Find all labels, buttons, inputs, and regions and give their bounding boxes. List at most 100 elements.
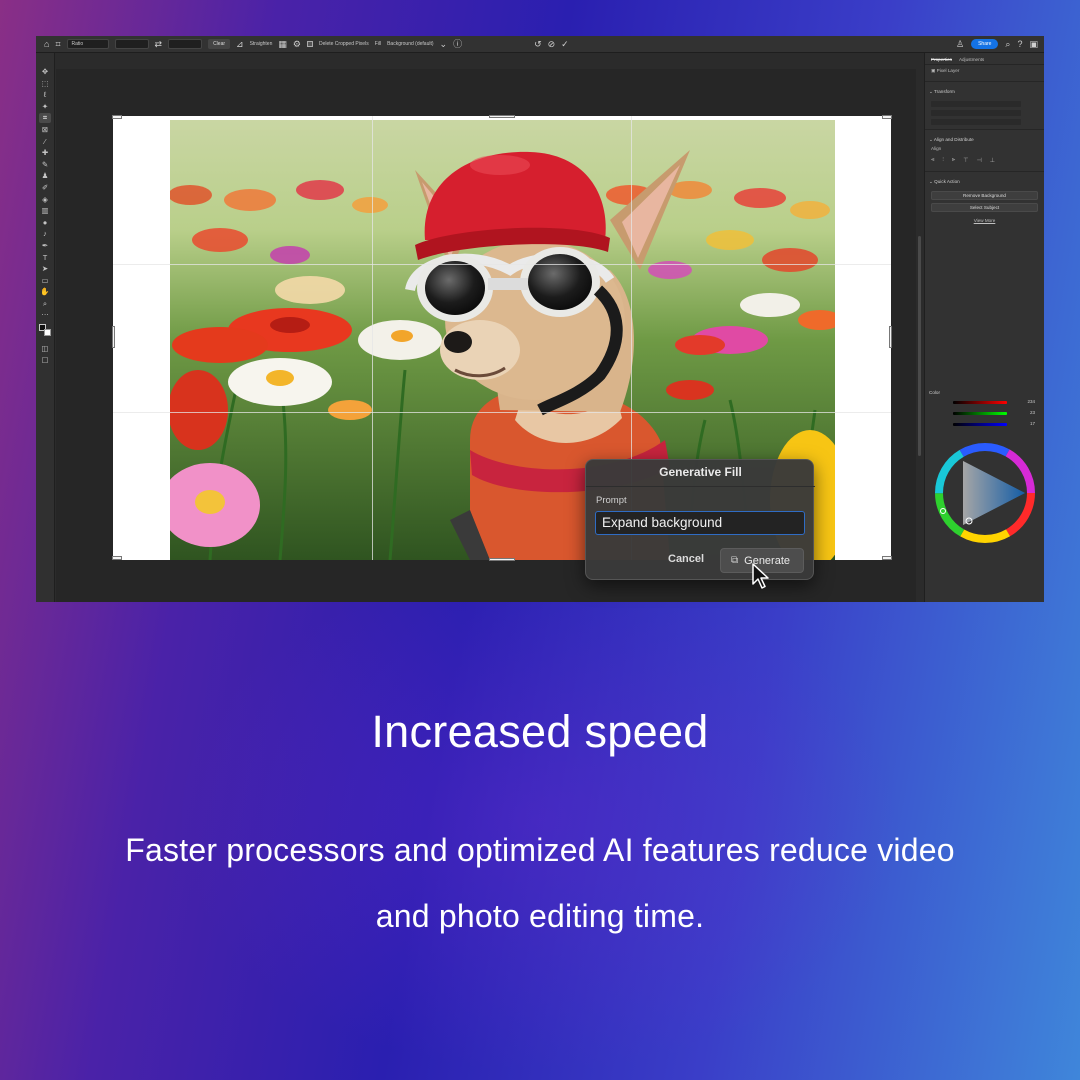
fill-select[interactable]: Background (default) bbox=[387, 41, 433, 47]
path-select-tool-icon[interactable]: ➤ bbox=[39, 264, 51, 274]
transform-angle-field[interactable] bbox=[931, 119, 1021, 125]
color-slider-b[interactable]: 17 bbox=[931, 421, 1039, 430]
eraser-tool-icon[interactable]: ◈ bbox=[39, 195, 51, 205]
prompt-input[interactable]: Expand background bbox=[595, 511, 805, 535]
select-subject-button[interactable]: Select Subject bbox=[931, 203, 1038, 212]
crop-handle-bottom[interactable] bbox=[489, 558, 515, 561]
view-more-link[interactable]: View More bbox=[925, 215, 1044, 226]
dodge-tool-icon[interactable]: ♪ bbox=[39, 229, 51, 239]
color-value-b: 17 bbox=[1029, 421, 1035, 426]
generative-fill-dialog: Generative Fill Prompt Expand background… bbox=[585, 459, 815, 580]
marquee-tool-icon[interactable]: ⬚ bbox=[39, 79, 51, 89]
delete-cropped-label: Delete Cropped Pixels bbox=[318, 41, 369, 47]
blur-tool-icon[interactable]: ● bbox=[39, 218, 51, 228]
panel-divider bbox=[925, 129, 1044, 130]
pen-tool-icon[interactable]: ✒ bbox=[39, 241, 51, 251]
color-swatches[interactable] bbox=[39, 324, 51, 337]
shape-tool-icon[interactable]: ▭ bbox=[39, 276, 51, 286]
delete-cropped-checkbox[interactable] bbox=[306, 41, 313, 47]
screen-mode-icon[interactable]: ▢ bbox=[39, 355, 51, 365]
tools-bar: ✥ ⬚ ℓ ✦ ⌗ ⊠ ⁄ ✚ ✎ ♟ ✐ ◈ ▥ ● ♪ ✒ T ➤ ▭ ✋ … bbox=[36, 53, 55, 602]
dialog-separator bbox=[586, 486, 815, 487]
align-bottom-icon[interactable]: ⊥ bbox=[990, 157, 995, 164]
checkmark-icon[interactable]: ✓ bbox=[561, 39, 569, 49]
undo-icon[interactable]: ↺ bbox=[534, 39, 542, 49]
gradient-tool-icon[interactable]: ▥ bbox=[39, 206, 51, 216]
color-slider-r[interactable]: 234 bbox=[931, 399, 1039, 408]
search-icon[interactable]: ⌕ bbox=[1005, 39, 1010, 49]
share-button[interactable]: Share bbox=[971, 39, 999, 49]
move-tool-icon[interactable]: ✥ bbox=[39, 67, 51, 77]
align-middle-icon[interactable]: ⊣ bbox=[977, 157, 982, 164]
align-distribute-section[interactable]: ⌄ Align and Distribute bbox=[925, 134, 1044, 146]
layer-type-label: Pixel Layer bbox=[936, 68, 960, 73]
ratio-label: Ratio bbox=[71, 41, 84, 47]
more-tools-icon[interactable]: ⋯ bbox=[39, 310, 51, 320]
ratio-height-field[interactable] bbox=[168, 39, 203, 49]
background-color[interactable] bbox=[44, 329, 51, 337]
transform-section[interactable]: ⌄ Transform bbox=[925, 86, 1044, 98]
align-right-icon[interactable]: ⫸ bbox=[952, 157, 955, 164]
crop-handle-top-left[interactable] bbox=[112, 115, 122, 119]
straighten-icon[interactable]: ⊿ bbox=[236, 39, 244, 49]
hand-tool-icon[interactable]: ✋ bbox=[39, 287, 51, 297]
color-panel-title: Color bbox=[929, 390, 940, 395]
eyedropper-tool-icon[interactable]: ⁄ bbox=[39, 137, 51, 147]
overlay-grid-icon[interactable]: ▦ bbox=[278, 39, 287, 49]
crop-handle-left[interactable] bbox=[112, 326, 115, 348]
crop-handle-right[interactable] bbox=[889, 326, 892, 348]
crop-grid-line bbox=[113, 412, 891, 413]
crop-handle-bottom-left[interactable] bbox=[112, 556, 122, 560]
crop-icon[interactable]: ⌗ bbox=[55, 39, 60, 49]
align-center-icon[interactable]: ⫶ bbox=[942, 157, 944, 164]
color-wheel[interactable] bbox=[933, 441, 1037, 545]
crop-handle-bottom-right[interactable] bbox=[882, 556, 892, 560]
color-slider-g[interactable]: 23 bbox=[931, 410, 1039, 419]
crop-tool-icon[interactable]: ⌗ bbox=[39, 113, 51, 124]
body-text-line-1: Faster processors and optimized AI featu… bbox=[125, 832, 955, 868]
align-top-icon[interactable]: ⊤ bbox=[963, 157, 968, 164]
crop-grid-line bbox=[372, 116, 373, 560]
quick-mask-icon[interactable]: ◫ bbox=[39, 344, 51, 354]
vertical-scrollbar[interactable] bbox=[918, 236, 921, 456]
align-icons-row: ⫷ ⫶ ⫸ ⊤ ⊣ ⊥ bbox=[925, 154, 1044, 167]
magic-wand-tool-icon[interactable]: ✦ bbox=[39, 102, 51, 112]
quick-action-label: Quick Action bbox=[934, 179, 960, 184]
cancel-icon[interactable]: ⊘ bbox=[548, 39, 556, 49]
gear-icon[interactable]: ⚙ bbox=[293, 39, 301, 49]
info-icon[interactable]: ⓘ bbox=[453, 39, 462, 49]
align-left-icon[interactable]: ⫷ bbox=[931, 157, 934, 164]
stamp-tool-icon[interactable]: ♟ bbox=[39, 171, 51, 181]
ratio-select[interactable]: Ratio bbox=[66, 39, 109, 49]
cancel-button[interactable]: Cancel bbox=[668, 553, 704, 565]
frame-tool-icon[interactable]: ⊠ bbox=[39, 125, 51, 135]
learn-icon[interactable]: ♙ bbox=[956, 39, 964, 49]
brush-tool-icon[interactable]: ✎ bbox=[39, 160, 51, 170]
prompt-label: Prompt bbox=[596, 495, 627, 506]
tab-adjustments[interactable]: Adjustments bbox=[959, 57, 984, 62]
crop-handle-top[interactable] bbox=[489, 115, 515, 118]
photo-editor-window: ⌂ ⌗ Ratio ⇄ Clear ⊿ Straighten ▦ ⚙ Delet… bbox=[36, 36, 1044, 602]
ratio-width-field[interactable] bbox=[114, 39, 149, 49]
healing-tool-icon[interactable]: ✚ bbox=[39, 148, 51, 158]
straighten-label[interactable]: Straighten bbox=[250, 41, 273, 47]
properties-panel: Properties Adjustments ▣ Pixel Layer ⌄ T… bbox=[924, 53, 1044, 602]
lasso-tool-icon[interactable]: ℓ bbox=[39, 90, 51, 100]
remove-background-button[interactable]: Remove Background bbox=[931, 191, 1038, 200]
clear-button[interactable]: Clear bbox=[208, 39, 231, 49]
tab-properties[interactable]: Properties bbox=[931, 57, 952, 62]
crop-handle-top-right[interactable] bbox=[882, 115, 892, 119]
history-brush-icon[interactable]: ✐ bbox=[39, 183, 51, 193]
transform-width-field[interactable] bbox=[931, 101, 1021, 107]
color-value-r: 234 bbox=[1027, 399, 1035, 404]
quick-action-section[interactable]: ⌄ Quick Action bbox=[925, 176, 1044, 188]
swap-icon[interactable]: ⇄ bbox=[155, 39, 163, 49]
chevron-down-icon[interactable]: ⌄ bbox=[440, 39, 448, 49]
transform-height-field[interactable] bbox=[931, 110, 1021, 116]
workspace-icon[interactable]: ▣ bbox=[1029, 39, 1038, 49]
zoom-tool-icon[interactable]: ⌕ bbox=[39, 299, 51, 309]
home-icon[interactable]: ⌂ bbox=[44, 39, 49, 49]
type-tool-icon[interactable]: T bbox=[39, 253, 51, 263]
options-bar-right: ♙ Share ⌕ ? ▣ bbox=[956, 39, 1044, 49]
help-icon[interactable]: ? bbox=[1017, 39, 1022, 49]
